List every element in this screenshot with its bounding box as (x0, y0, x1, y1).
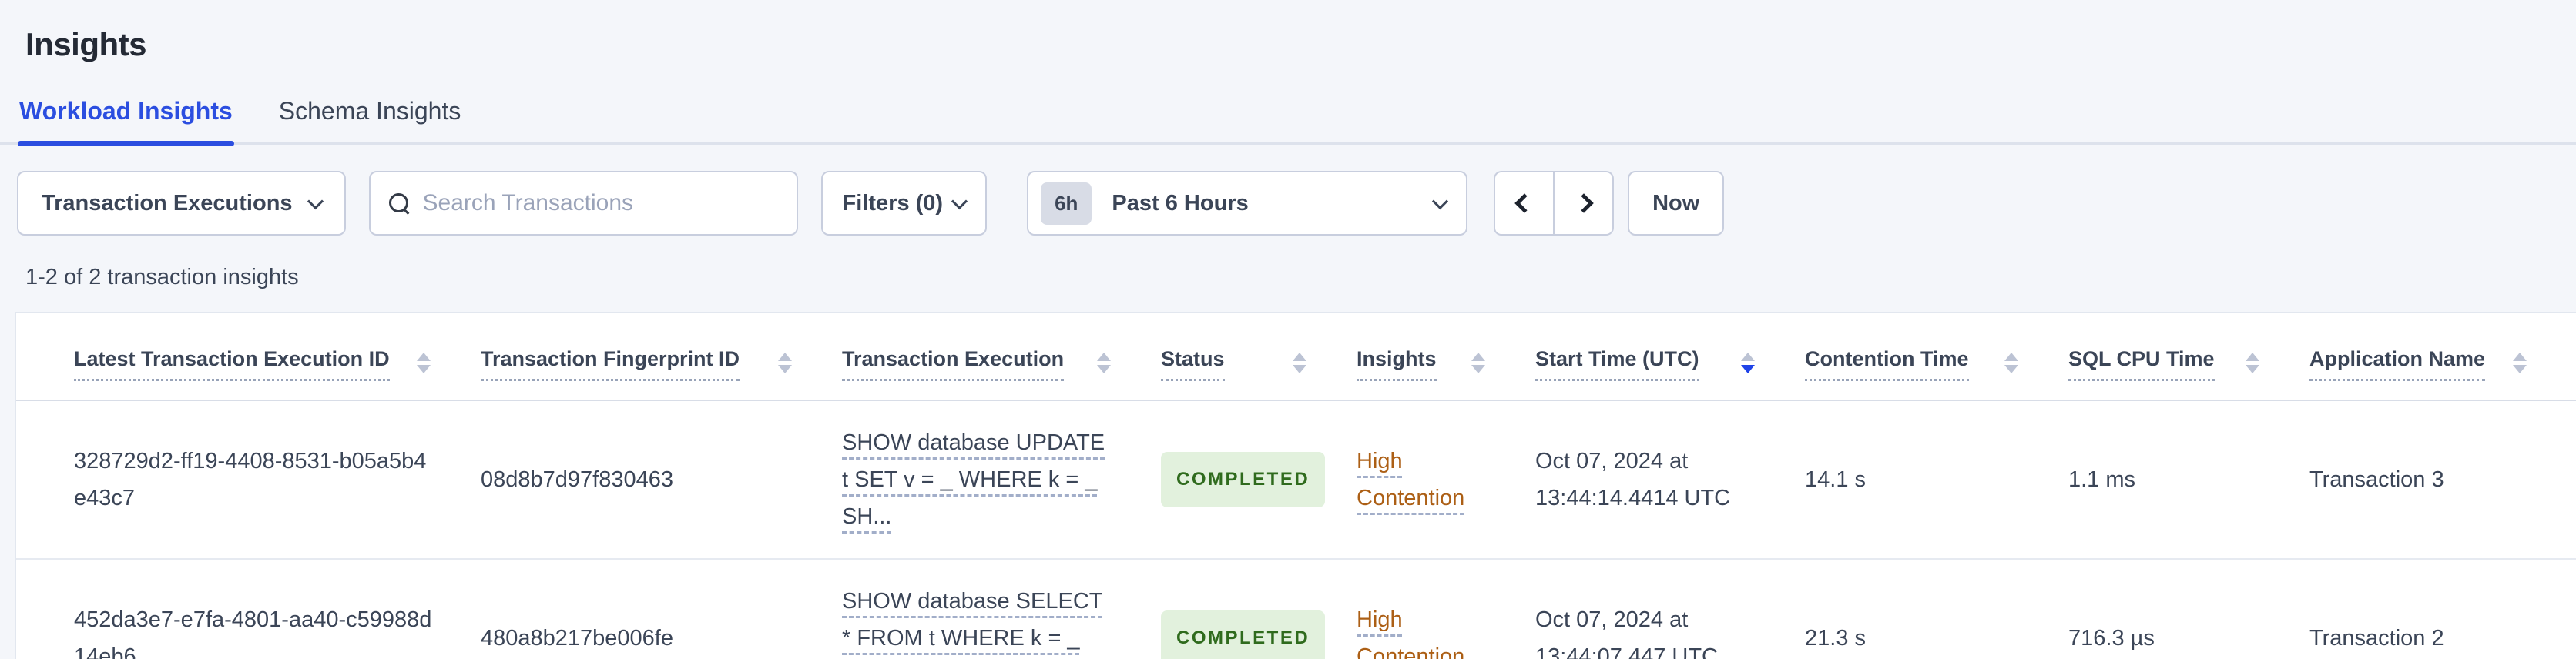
previous-time-range-button[interactable] (1494, 171, 1555, 236)
transaction-execution-cell: SHOW database SELECT * FROM t WHERE k = … (842, 559, 1161, 659)
contention-time-cell: 21.3 s (1805, 559, 2068, 659)
time-range-picker[interactable]: 6h Past 6 Hours (1027, 171, 1468, 236)
transaction-execution-link[interactable]: SHOW database UPDATE t SET v = _ WHERE k… (842, 430, 1105, 529)
sort-icon-active-desc[interactable] (1741, 353, 1755, 373)
column-header-start-time[interactable]: Start Time (UTC) (1535, 313, 1805, 401)
column-header-transaction-fingerprint-id[interactable]: Transaction Fingerprint ID (481, 313, 842, 401)
search-input[interactable] (422, 190, 778, 216)
sort-icon[interactable] (1471, 353, 1485, 373)
time-nav (1494, 171, 1615, 236)
column-header-insights[interactable]: Insights (1357, 313, 1535, 401)
search-icon (388, 193, 409, 213)
chevron-left-icon (1514, 193, 1535, 213)
column-header-latest-transaction-execution-id[interactable]: Latest Transaction Execution ID (16, 313, 481, 401)
workload-type-dropdown-label: Transaction Executions (42, 190, 293, 216)
chevron-down-icon (951, 192, 968, 209)
sql-cpu-time-cell: 1.1 ms (2068, 400, 2309, 560)
results-count: 1-2 of 2 transaction insights (25, 265, 299, 289)
chevron-down-icon (307, 192, 324, 209)
sort-icon[interactable] (1097, 353, 1111, 373)
status-badge: COMPLETED (1161, 452, 1326, 507)
table-row: 328729d2-ff19-4408-8531-b05a5b4e43c7 08d… (16, 400, 2576, 560)
column-header-status[interactable]: Status (1161, 313, 1357, 401)
toolbar: Transaction Executions Filters (0) 6h Pa… (0, 171, 2576, 236)
column-header-contention-time[interactable]: Contention Time (1805, 313, 2068, 401)
chevron-right-icon (1573, 193, 1594, 213)
status-badge: COMPLETED (1161, 610, 1326, 659)
insights-cell: High Contention (1357, 400, 1535, 560)
tab-bar: Workload Insights Schema Insights (0, 97, 2576, 146)
high-contention-link[interactable]: High Contention (1357, 607, 1464, 659)
tab-schema-insights[interactable]: Schema Insights (277, 97, 463, 142)
filters-button[interactable]: Filters (0) (820, 171, 988, 236)
sort-icon[interactable] (2513, 353, 2527, 373)
sort-icon[interactable] (1293, 353, 1306, 373)
status-cell: COMPLETED (1161, 400, 1357, 560)
column-header-transaction-execution[interactable]: Transaction Execution (842, 313, 1161, 401)
application-name-cell: Transaction 3 (2309, 400, 2576, 560)
start-time-cell: Oct 07, 2024 at 13:44:07.447 UTC (1535, 559, 1805, 659)
latest-execution-id-cell: 452da3e7-e7fa-4801-aa40-c59988d14eb6 (16, 559, 481, 659)
now-button[interactable]: Now (1628, 171, 1725, 236)
transaction-execution-link[interactable]: SHOW database SELECT * FROM t WHERE k = … (842, 589, 1102, 659)
table-header-row: Latest Transaction Execution ID Transact… (16, 313, 2576, 401)
status-cell: COMPLETED (1161, 559, 1357, 659)
contention-time-cell: 14.1 s (1805, 400, 2068, 560)
sort-icon[interactable] (417, 353, 431, 373)
next-time-range-button[interactable] (1554, 171, 1615, 236)
time-interval-badge: 6h (1041, 182, 1092, 225)
application-name-cell: Transaction 2 (2309, 559, 2576, 659)
workload-type-dropdown[interactable]: Transaction Executions (17, 171, 346, 236)
insights-table: Latest Transaction Execution ID Transact… (16, 313, 2576, 659)
column-header-sql-cpu-time[interactable]: SQL CPU Time (2068, 313, 2309, 401)
sort-icon[interactable] (2246, 353, 2259, 373)
high-contention-link[interactable]: High Contention (1357, 449, 1464, 510)
sort-icon[interactable] (2004, 353, 2018, 373)
table-row: 452da3e7-e7fa-4801-aa40-c59988d14eb6 480… (16, 559, 2576, 659)
sort-icon[interactable] (778, 353, 792, 373)
chevron-down-icon (1431, 192, 1449, 209)
transaction-execution-cell: SHOW database UPDATE t SET v = _ WHERE k… (842, 400, 1161, 560)
insights-table-card: Latest Transaction Execution ID Transact… (15, 312, 2576, 659)
fingerprint-id-cell: 480a8b217be006fe (481, 559, 842, 659)
latest-execution-id-cell: 328729d2-ff19-4408-8531-b05a5b4e43c7 (16, 400, 481, 560)
page-title: Insights (25, 26, 147, 62)
search-box[interactable] (368, 171, 798, 236)
start-time-cell: Oct 07, 2024 at 13:44:14.4414 UTC (1535, 400, 1805, 560)
time-range-label: Past 6 Hours (1112, 190, 1249, 216)
insights-cell: High Contention (1357, 559, 1535, 659)
sql-cpu-time-cell: 716.3 µs (2068, 559, 2309, 659)
column-header-application-name[interactable]: Application Name (2309, 313, 2576, 401)
tab-workload-insights[interactable]: Workload Insights (18, 97, 234, 146)
fingerprint-id-cell: 08d8b7d97f830463 (481, 400, 842, 560)
now-button-label: Now (1652, 190, 1700, 216)
filters-button-label: Filters (0) (842, 190, 944, 216)
